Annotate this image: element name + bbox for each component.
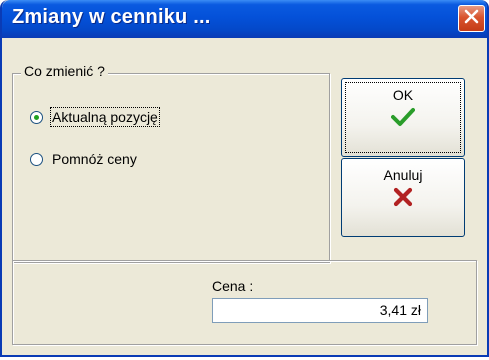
checkmark-icon (391, 107, 415, 132)
radio-button-selected[interactable] (30, 110, 43, 124)
red-x-icon (393, 187, 413, 212)
radio-label-multiply-prices: Pomnóż ceny (52, 151, 137, 167)
ok-button-label: OK (392, 87, 414, 103)
title-bar[interactable]: Zmiany w cenniku ... (2, 0, 487, 38)
close-x-icon (464, 9, 479, 29)
window-title: Zmiany w cenniku ... (12, 6, 211, 28)
radio-dot (34, 114, 39, 120)
price-label: Cena : (212, 278, 254, 294)
group-legend: Co zmienić ? (21, 63, 108, 79)
price-input[interactable]: 3,41 zł (212, 298, 428, 323)
radio-label-current-item: Aktualną pozycję (50, 107, 160, 127)
cancel-button-label: Anuluj (383, 167, 423, 183)
dialog-window: Zmiany w cenniku ... Co zmienić ? Aktual… (0, 0, 489, 357)
change-options-group (12, 73, 330, 263)
ok-button[interactable]: OK (341, 78, 465, 157)
radio-button-unselected[interactable] (30, 152, 43, 166)
radio-current-item[interactable]: Aktualną pozycję (30, 107, 160, 127)
close-button[interactable] (458, 5, 485, 32)
dialog-body: Co zmienić ? Aktualną pozycję Pomnóż cen… (2, 38, 487, 355)
cancel-button[interactable]: Anuluj (341, 158, 465, 237)
radio-multiply-prices[interactable]: Pomnóż ceny (30, 151, 137, 167)
